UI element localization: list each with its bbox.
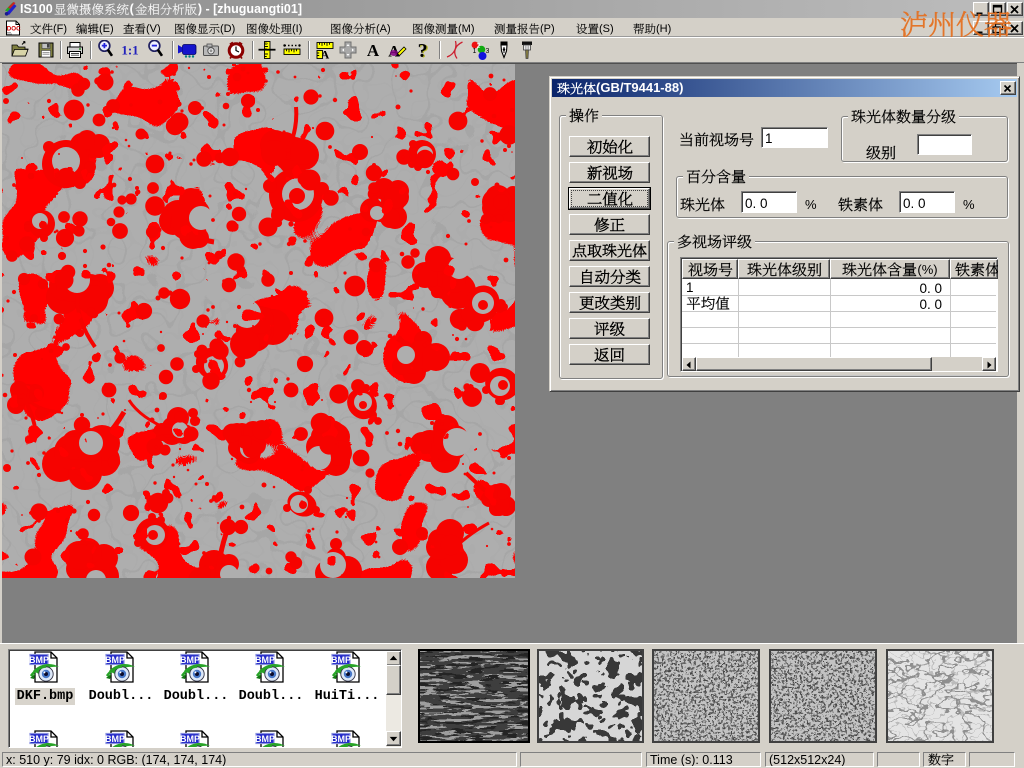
svg-text:A: A bbox=[367, 41, 380, 60]
svg-text:DOC: DOC bbox=[7, 26, 21, 33]
svg-text:?: ? bbox=[418, 40, 428, 60]
svg-text:BMP: BMP bbox=[255, 734, 275, 744]
svg-text:3: 3 bbox=[486, 48, 490, 55]
svg-text:BMP: BMP bbox=[29, 734, 49, 744]
svg-text:BMP: BMP bbox=[105, 655, 125, 665]
svg-text:BMP: BMP bbox=[180, 655, 200, 665]
svg-text:1:1: 1:1 bbox=[121, 43, 138, 58]
svg-text:BMP: BMP bbox=[180, 734, 200, 744]
svg-text:BMP: BMP bbox=[29, 655, 49, 665]
svg-text:BMP: BMP bbox=[331, 734, 351, 744]
svg-text:BMP: BMP bbox=[255, 655, 275, 665]
svg-text:BMP: BMP bbox=[331, 655, 351, 665]
svg-text:2: 2 bbox=[477, 43, 481, 50]
svg-text:BMP: BMP bbox=[105, 734, 125, 744]
